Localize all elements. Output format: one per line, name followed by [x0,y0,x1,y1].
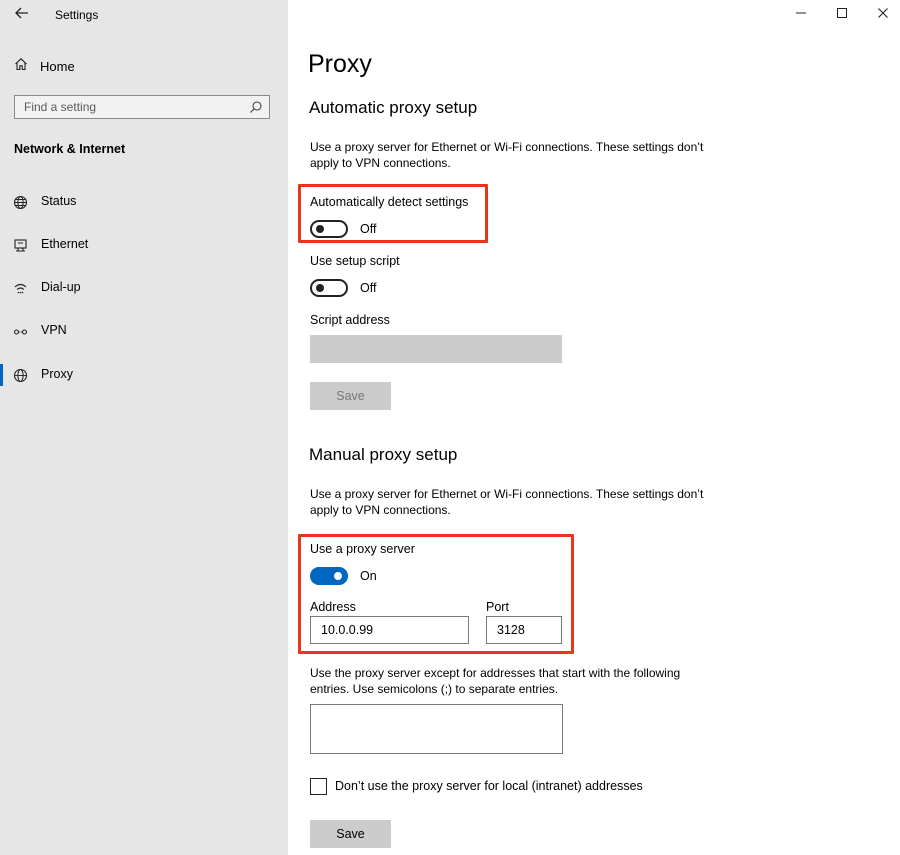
auto-description: Use a proxy server for Ethernet or Wi-Fi… [310,140,704,170]
toggle-knob [316,284,324,292]
ethernet-icon [12,237,28,253]
script-address-input [310,335,562,363]
main-pane: Proxy Automatic proxy setup Use a proxy … [288,0,900,855]
minimize-icon [795,6,807,24]
manual-heading: Manual proxy setup [309,445,458,464]
minimize-button[interactable] [786,4,816,26]
close-button[interactable] [868,4,898,26]
local-addresses-label: Don’t use the proxy server for local (in… [335,779,643,793]
manual-description: Use a proxy server for Ethernet or Wi-Fi… [310,487,704,517]
sidebar-item-label: VPN [41,323,67,337]
arrow-left-icon [15,6,29,24]
manual-save-button[interactable]: Save [310,820,391,848]
dialup-icon [12,280,28,296]
sidebar-item-dialup[interactable]: Dial-up [0,277,288,299]
home-icon [14,57,28,76]
search-icon[interactable] [249,100,263,119]
local-addresses-checkbox[interactable] [310,778,327,795]
setup-script-toggle[interactable] [310,279,348,297]
close-icon [877,6,889,24]
sidebar-item-label: Dial-up [41,280,81,294]
app-title: Settings [55,8,99,22]
sidebar-home[interactable]: Home [14,56,75,76]
highlight-box-proxy-server [298,534,574,654]
back-button[interactable] [10,4,34,26]
page-title: Proxy [308,50,372,78]
sidebar-item-proxy[interactable]: Proxy [0,364,288,386]
sidebar-item-label: Proxy [41,367,73,381]
sidebar-item-label: Status [41,194,77,208]
setup-script-state: Off [360,281,377,295]
search-box[interactable] [14,95,270,119]
sidebar-item-label: Ethernet [41,237,89,251]
search-input[interactable] [15,96,245,118]
sidebar-item-vpn[interactable]: VPN [0,320,288,342]
selection-indicator [0,364,3,386]
maximize-icon [836,6,848,24]
vpn-icon [12,323,28,339]
auto-heading: Automatic proxy setup [309,98,478,117]
exceptions-description: Use the proxy server except for addresse… [310,666,681,696]
sidebar-item-ethernet[interactable]: Ethernet [0,234,288,256]
globe-icon [12,367,28,383]
maximize-button[interactable] [827,4,857,26]
sidebar-item-status[interactable]: Status [0,191,288,213]
script-address-label: Script address [310,313,390,327]
globe-status-icon [12,194,28,210]
exceptions-input[interactable] [310,704,563,754]
auto-save-button: Save [310,382,391,410]
home-label: Home [40,58,75,74]
sidebar: Settings Home Network & Internet Status … [0,0,288,855]
section-title: Network & Internet [14,142,126,156]
highlight-box-auto-detect [298,184,488,243]
setup-script-label: Use setup script [310,254,400,268]
